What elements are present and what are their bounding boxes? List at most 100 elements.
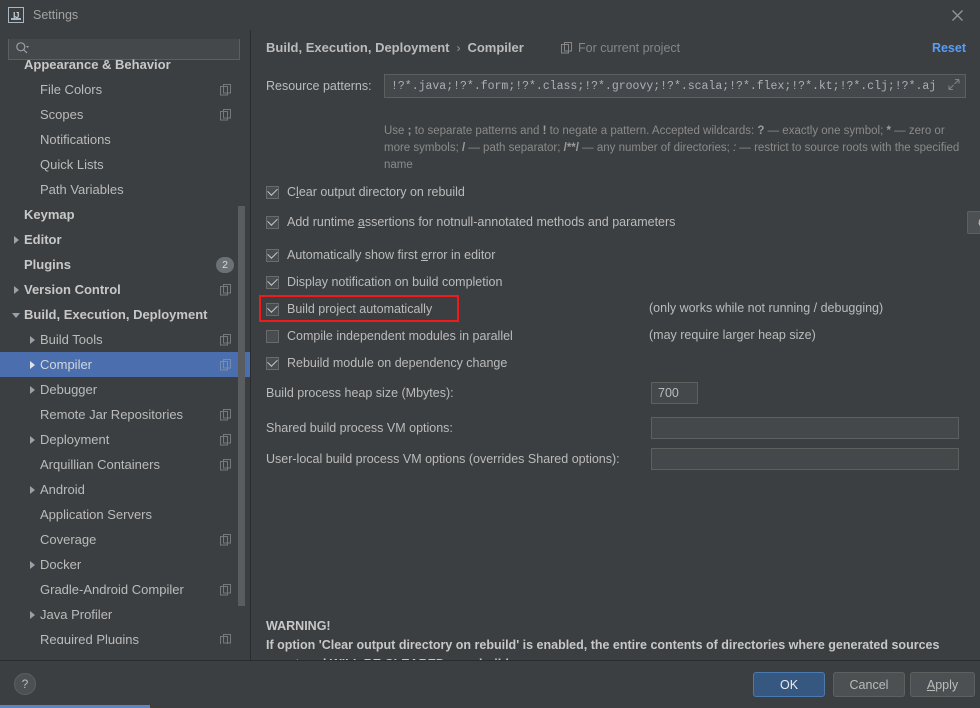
resource-patterns-hint: Use ; to separate patterns and ! to nega…	[384, 125, 960, 171]
copy-icon	[220, 458, 231, 470]
checkbox-label: Clear output directory on rebuild	[287, 185, 465, 199]
sidebar-item-version-control[interactable]: Version Control	[0, 277, 250, 302]
sidebar-item-plugins[interactable]: Plugins 2	[0, 252, 250, 277]
sidebar-item-label: Docker	[40, 557, 82, 572]
checkbox-row-clear-output-directory-on-rebuild[interactable]: Clear output directory on rebuild	[266, 185, 465, 199]
sidebar-item-android[interactable]: Android	[0, 477, 250, 502]
checkbox-row-add-runtime-assertions-for-notnull-annotated-methods-and-parameters[interactable]: Add runtime assertions for notnull-annot…	[266, 215, 675, 229]
checkbox-checked-icon[interactable]	[266, 356, 279, 370]
breadcrumb-parent[interactable]: Build, Execution, Deployment	[266, 40, 449, 55]
note-parallel-compile: (may require larger heap size)	[649, 328, 816, 342]
settings-tree[interactable]: Appearance & Behavior File Colors Scopes No…	[0, 52, 250, 644]
ok-button[interactable]: OK	[753, 672, 825, 697]
sidebar-item-required-plugins[interactable]: Required Plugins	[0, 627, 250, 644]
sidebar-item-editor[interactable]: Editor	[0, 227, 250, 252]
sidebar-item-build-execution-deployment[interactable]: Build, Execution, Deployment	[0, 302, 250, 327]
chevron-down-icon[interactable]	[8, 310, 24, 320]
checkbox-checked-icon[interactable]	[266, 275, 279, 289]
chevron-right-icon[interactable]	[24, 385, 40, 395]
chevron-right-icon[interactable]	[24, 435, 40, 445]
checkbox-checked-icon[interactable]	[266, 185, 279, 199]
checkbox-row-compile-independent-modules-in-parallel[interactable]: Compile independent modules in parallel	[266, 329, 513, 343]
checkbox-unchecked-icon[interactable]	[266, 329, 279, 343]
settings-main-panel: Build, Execution, Deployment › Compiler …	[251, 30, 980, 671]
copy-icon	[220, 358, 231, 370]
configure-annotations-button[interactable]: Configure annotations...	[967, 211, 980, 234]
user-local-vm-options-label: User-local build process VM options (ove…	[266, 452, 620, 466]
sidebar-item-remote-jar-repositories[interactable]: Remote Jar Repositories	[0, 402, 250, 427]
settings-sidebar: Appearance & Behavior File Colors Scopes No…	[0, 30, 250, 660]
reset-link[interactable]: Reset	[932, 41, 966, 55]
checkbox-row-automatically-show-first-error-in-editor[interactable]: Automatically show first error in editor	[266, 248, 495, 262]
copy-icon	[220, 583, 231, 595]
checkbox-checked-icon[interactable]	[266, 215, 279, 229]
sidebar-item-label: Build Tools	[40, 332, 103, 347]
resource-patterns-label: Resource patterns:	[266, 79, 372, 93]
scope-indicator: For current project	[561, 41, 680, 55]
apply-button[interactable]: Apply	[910, 672, 975, 697]
resource-patterns-input[interactable]	[391, 79, 941, 93]
help-button[interactable]: ?	[14, 673, 36, 695]
chevron-right-icon[interactable]	[8, 235, 24, 245]
chevron-right-icon[interactable]	[24, 610, 40, 620]
user-local-vm-options-input[interactable]	[651, 448, 959, 470]
close-button[interactable]	[934, 0, 980, 30]
chevron-right-icon[interactable]	[24, 560, 40, 570]
checkbox-label: Add runtime assertions for notnull-annot…	[287, 215, 676, 229]
sidebar-item-deployment[interactable]: Deployment	[0, 427, 250, 452]
sidebar-item-coverage[interactable]: Coverage	[0, 527, 250, 552]
sidebar-item-keymap[interactable]: Keymap	[0, 202, 250, 227]
resource-patterns-field[interactable]	[384, 74, 966, 98]
sidebar-item-java-profiler[interactable]: Java Profiler	[0, 602, 250, 627]
sidebar-item-debugger[interactable]: Debugger	[0, 377, 250, 402]
sidebar-scrollbar[interactable]	[238, 206, 245, 606]
checkbox-label: Rebuild module on dependency change	[287, 356, 508, 370]
chevron-right-icon[interactable]	[24, 360, 40, 370]
checkbox-checked-icon[interactable]	[266, 248, 279, 262]
copy-icon	[220, 433, 231, 445]
copy-icon	[220, 83, 231, 95]
sidebar-item-quick-lists[interactable]: Quick Lists	[0, 152, 250, 177]
sidebar-item-label: Notifications	[40, 132, 111, 147]
sidebar-item-label: Editor	[24, 232, 62, 247]
checkbox-checked-icon[interactable]	[266, 302, 279, 316]
sidebar-item-appearance-behavior[interactable]: Appearance & Behavior	[0, 52, 250, 77]
sidebar-item-scopes[interactable]: Scopes	[0, 102, 250, 127]
sidebar-item-notifications[interactable]: Notifications	[0, 127, 250, 152]
sidebar-item-gradle-android-compiler[interactable]: Gradle-Android Compiler	[0, 577, 250, 602]
heap-size-label: Build process heap size (Mbytes):	[266, 386, 454, 400]
heap-size-row: Build process heap size (Mbytes):	[266, 382, 698, 404]
checkbox-label: Automatically show first error in editor	[287, 248, 496, 262]
checkbox-row-build-project-automatically[interactable]: Build project automatically	[266, 302, 432, 316]
tree-top-mask	[0, 30, 250, 39]
checkbox-label: Compile independent modules in parallel	[287, 329, 513, 343]
scope-label: For current project	[578, 41, 681, 55]
checkbox-label: Display notification on build completion	[287, 275, 503, 289]
sidebar-item-docker[interactable]: Docker	[0, 552, 250, 577]
chevron-right-icon[interactable]	[24, 485, 40, 495]
shared-vm-options-input[interactable]	[651, 417, 959, 439]
plugins-update-badge: 2	[216, 256, 234, 273]
chevron-right-icon[interactable]	[8, 285, 24, 295]
sidebar-item-build-tools[interactable]: Build Tools	[0, 327, 250, 352]
sidebar-item-path-variables[interactable]: Path Variables	[0, 177, 250, 202]
checkbox-row-display-notification-on-build-completion[interactable]: Display notification on build completion	[266, 275, 502, 289]
heap-size-input[interactable]	[651, 382, 698, 404]
sidebar-item-arquillian-containers[interactable]: Arquillian Containers	[0, 452, 250, 477]
checkbox-row-rebuild-module-on-dependency-change[interactable]: Rebuild module on dependency change	[266, 356, 507, 370]
chevron-right-icon[interactable]	[24, 335, 40, 345]
resource-patterns-row: Resource patterns:	[266, 74, 966, 98]
sidebar-item-file-colors[interactable]: File Colors	[0, 77, 250, 102]
copy-icon	[220, 108, 231, 120]
sidebar-item-application-servers[interactable]: Application Servers	[0, 502, 250, 527]
checkbox-label: Build project automatically	[287, 302, 433, 316]
cancel-button[interactable]: Cancel	[833, 672, 905, 697]
expand-icon[interactable]	[948, 78, 960, 94]
sidebar-item-label: Application Servers	[40, 507, 152, 522]
sidebar-item-compiler[interactable]: Compiler	[0, 352, 250, 377]
copy-icon	[220, 283, 231, 295]
breadcrumb: Build, Execution, Deployment › Compiler	[266, 40, 524, 55]
shared-vm-options-label: Shared build process VM options:	[266, 421, 453, 435]
sidebar-item-label: Arquillian Containers	[40, 457, 160, 472]
breadcrumb-separator: ›	[456, 40, 461, 55]
